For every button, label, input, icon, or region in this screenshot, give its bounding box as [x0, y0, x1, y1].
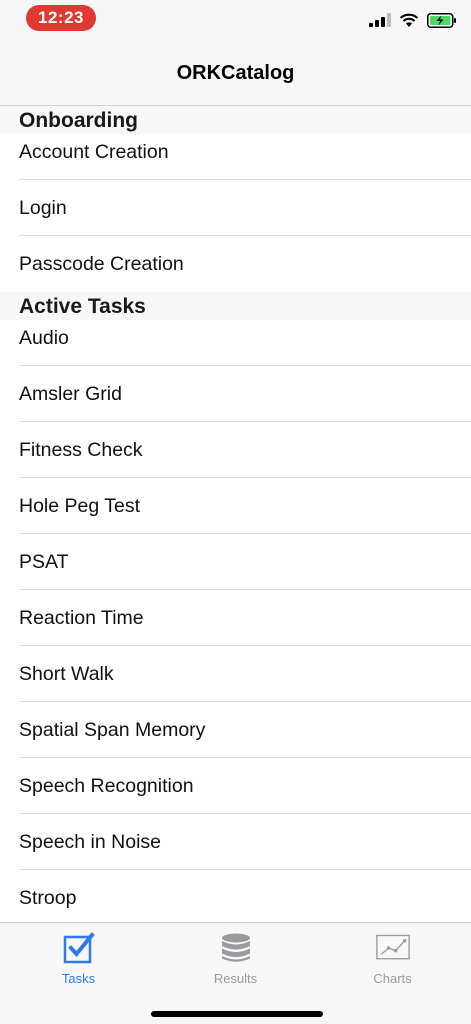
- tab-label: Results: [213, 971, 258, 986]
- list-item-label: Fitness Check: [19, 438, 143, 461]
- section-header-label: Active Tasks: [19, 295, 146, 318]
- section-header-onboarding: Onboarding: [0, 106, 471, 134]
- list-item-psat[interactable]: PSAT: [0, 534, 471, 590]
- list-item-label: Speech in Noise: [19, 830, 162, 853]
- tab-charts[interactable]: Charts: [314, 931, 471, 991]
- list-item-label: Audio: [19, 327, 69, 349]
- list-item-label: Spatial Span Memory: [19, 718, 206, 741]
- wifi-icon: [399, 13, 419, 27]
- list-item-label: Login: [19, 196, 67, 219]
- list-item-speech-recognition[interactable]: Speech Recognition: [0, 758, 471, 814]
- tab-bar: Tasks Results Charts: [0, 922, 471, 1024]
- list-item-label: Passcode Creation: [19, 252, 184, 275]
- task-list[interactable]: Onboarding Account Creation Login Passco…: [0, 106, 471, 922]
- tab-results[interactable]: Results: [157, 931, 314, 991]
- status-icons: [369, 10, 457, 30]
- list-item-speech-in-noise[interactable]: Speech in Noise: [0, 814, 471, 870]
- list-item-spatial-span-memory[interactable]: Spatial Span Memory: [0, 702, 471, 758]
- navigation-bar: ORKCatalog: [0, 44, 471, 106]
- list-item-label: Amsler Grid: [19, 382, 122, 405]
- list-item-passcode-creation[interactable]: Passcode Creation: [0, 236, 471, 292]
- tab-label: Charts: [373, 971, 412, 986]
- tab-tasks[interactable]: Tasks: [0, 931, 157, 991]
- section-header-label: Onboarding: [19, 109, 138, 132]
- chart-icon: [375, 931, 410, 965]
- page-title: ORKCatalog: [176, 62, 295, 84]
- list-item-label: Hole Peg Test: [19, 494, 141, 517]
- section-header-active-tasks: Active Tasks: [0, 292, 471, 320]
- tab-label: Tasks: [61, 971, 96, 986]
- list-item-label: Stroop: [19, 886, 77, 909]
- list-item-fitness-check[interactable]: Fitness Check: [0, 422, 471, 478]
- list-item-login[interactable]: Login: [0, 180, 471, 236]
- list-item-label: Account Creation: [19, 141, 169, 163]
- list-item-short-walk[interactable]: Short Walk: [0, 646, 471, 702]
- status-bar: 12:23: [0, 0, 471, 44]
- list-item-account-creation[interactable]: Account Creation: [0, 134, 471, 180]
- list-item-label: Short Walk: [19, 662, 114, 685]
- list-item-reaction-time[interactable]: Reaction Time: [0, 590, 471, 646]
- list-item-label: Reaction Time: [19, 606, 144, 629]
- list-item-label: PSAT: [19, 550, 69, 573]
- status-time[interactable]: 12:23: [26, 5, 96, 31]
- battery-icon: [427, 12, 456, 28]
- home-indicator[interactable]: [151, 1011, 323, 1017]
- database-icon: [219, 931, 253, 965]
- list-item-audio[interactable]: Audio: [0, 320, 471, 366]
- signal-icon: [369, 13, 391, 27]
- list-item-hole-peg-test[interactable]: Hole Peg Test: [0, 478, 471, 534]
- checkbox-icon: [62, 931, 96, 965]
- list-item-amsler-grid[interactable]: Amsler Grid: [0, 366, 471, 422]
- list-item-label: Speech Recognition: [19, 774, 194, 797]
- list-item-stroop[interactable]: Stroop: [0, 870, 471, 922]
